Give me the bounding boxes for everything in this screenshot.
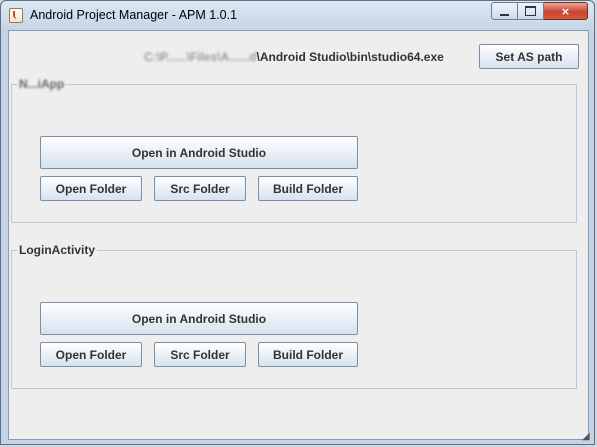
maximize-button[interactable] — [518, 2, 544, 20]
minimize-icon — [500, 11, 509, 16]
minimize-button[interactable] — [491, 2, 518, 20]
project-panel: LoginActivity Open in Android Studio Ope… — [11, 243, 577, 389]
build-folder-button[interactable]: Build Folder — [258, 176, 358, 201]
app-window: Android Project Manager - APM 1.0.1 × C:… — [0, 0, 595, 445]
project-name: LoginActivity — [17, 243, 98, 257]
close-button[interactable]: × — [544, 2, 588, 20]
path-visible-part: \Android Studio\bin\studio64.exe — [256, 50, 444, 64]
window-controls: × — [491, 2, 588, 21]
src-folder-button[interactable]: Src Folder — [154, 342, 246, 367]
maximize-icon — [525, 6, 536, 16]
client-area: C:\P......\Files\A......d\Android Studio… — [8, 30, 589, 440]
java-cup-icon — [9, 8, 23, 23]
title-bar[interactable]: Android Project Manager - APM 1.0.1 × — [1, 1, 594, 29]
android-studio-path: C:\P......\Files\A......d\Android Studio… — [144, 50, 444, 64]
src-folder-button[interactable]: Src Folder — [154, 176, 246, 201]
open-folder-button[interactable]: Open Folder — [40, 176, 142, 201]
path-redacted-part: C:\P......\Files\A......d — [144, 50, 257, 64]
close-icon: × — [560, 4, 571, 18]
project-name: N...iApp — [17, 77, 67, 91]
set-as-path-button[interactable]: Set AS path — [479, 44, 579, 69]
project-panel: N...iApp Open in Android Studio Open Fol… — [11, 77, 577, 223]
window-title: Android Project Manager - APM 1.0.1 — [30, 8, 238, 22]
resize-grip-icon[interactable]: ◢ — [582, 432, 592, 442]
build-folder-button[interactable]: Build Folder — [258, 342, 358, 367]
open-folder-button[interactable]: Open Folder — [40, 342, 142, 367]
open-in-android-studio-button[interactable]: Open in Android Studio — [40, 136, 358, 169]
open-in-android-studio-button[interactable]: Open in Android Studio — [40, 302, 358, 335]
